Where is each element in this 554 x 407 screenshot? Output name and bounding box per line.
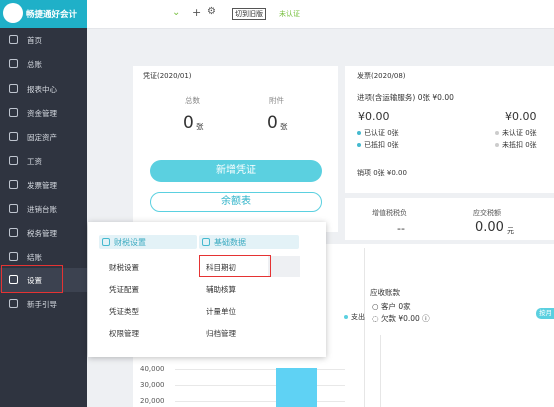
menu-permissions[interactable]: 权限管理 bbox=[109, 328, 139, 339]
menu-units[interactable]: 计量单位 bbox=[206, 306, 236, 317]
vat-label: 增值税税负 bbox=[372, 209, 407, 217]
sidebar-item-7[interactable]: 进销台账 bbox=[0, 197, 87, 221]
invoice-card: 发票(2020/08) 进项(含运输服务) 0张 ¥0.00 ¥0.00 ¥0.… bbox=[345, 66, 554, 193]
left-amount: ¥0.00 bbox=[358, 110, 390, 123]
sidebar-item-label: 首页 bbox=[27, 36, 42, 45]
tax-settings-header: 财税设置 bbox=[99, 235, 197, 249]
gridline bbox=[175, 401, 345, 402]
settings-popup-menu: 财税设置 基础数据 财税设置 凭证配置 凭证类型 权限管理 科目期初 辅助核算 … bbox=[88, 222, 326, 357]
invoice-icon bbox=[9, 180, 18, 189]
input-invoice-line: 进项(含运输服务) 0张 ¥0.00 bbox=[357, 93, 454, 102]
sidebar-item-label: 报表中心 bbox=[27, 85, 57, 94]
basic-data-header: 基础数据 bbox=[199, 235, 299, 249]
ledger-icon bbox=[9, 59, 18, 68]
receivable-chart-area bbox=[380, 335, 551, 407]
vat-value: -- bbox=[397, 222, 405, 235]
sidebar-item-label: 结账 bbox=[27, 253, 42, 262]
voucher-attach-value: 0 bbox=[267, 113, 278, 133]
menu-voucher-type[interactable]: 凭证类型 bbox=[109, 306, 139, 317]
logo-icon bbox=[3, 3, 23, 23]
menu-archive[interactable]: 归档管理 bbox=[206, 328, 236, 339]
tax-due-label: 应交税额 bbox=[473, 209, 501, 217]
sidebar-item-label: 发票管理 bbox=[27, 181, 57, 190]
salary-icon bbox=[9, 156, 18, 165]
settings-highlight-box bbox=[1, 265, 63, 293]
deducted-row: 已抵扣 0张 bbox=[357, 140, 399, 150]
sidebar-item-label: 进销台账 bbox=[27, 205, 57, 214]
expense-legend: 支出 bbox=[344, 312, 365, 322]
sidebar-item-1[interactable]: 总账 bbox=[0, 52, 87, 76]
settings-category-icon bbox=[102, 238, 110, 246]
sidebar-item-8[interactable]: 税务管理 bbox=[0, 221, 87, 245]
sidebar-item-label: 资金管理 bbox=[27, 109, 57, 118]
data-category-icon bbox=[202, 238, 210, 246]
certified-row: 已认证 0张 bbox=[357, 128, 399, 138]
monthly-badge[interactable]: 按月 bbox=[536, 308, 554, 319]
auth-status: 未认证 bbox=[279, 10, 300, 18]
sidebar-item-label: 固定资产 bbox=[27, 133, 57, 142]
y-tick: 40,000 bbox=[140, 365, 165, 373]
voucher-title: 凭证(2020/01) bbox=[143, 72, 192, 80]
voucher-total-label: 总数 bbox=[185, 96, 200, 105]
invoice-title: 发票(2020/08) bbox=[357, 72, 406, 80]
balance-sheet-button[interactable]: 余额表 bbox=[150, 192, 322, 212]
tax-icon bbox=[9, 228, 18, 237]
sidebar-item-label: 总账 bbox=[27, 60, 42, 69]
uncertified-row: 未认证 0张 bbox=[495, 128, 537, 138]
voucher-total-unit: 张 bbox=[196, 122, 204, 131]
sidebar-item-11[interactable]: 新手引导 bbox=[0, 292, 87, 316]
tax-due-value: 0.00 bbox=[475, 220, 504, 235]
receivable-owed: ◌ 欠款 ¥0.00 ⓘ bbox=[372, 314, 430, 323]
tax-card: 增值税税负 -- 应交税额 0.00 元 bbox=[345, 198, 554, 240]
gridline bbox=[175, 369, 345, 370]
expense-bar bbox=[276, 368, 317, 407]
output-invoice-line: 销项 0张 ¥0.00 bbox=[357, 169, 407, 177]
sidebar-item-label: 工资 bbox=[27, 157, 42, 166]
receivable-customers: ○ 客户 0家 bbox=[372, 302, 411, 311]
switch-old-version-button[interactable]: 切到旧版 bbox=[232, 8, 266, 20]
sidebar-item-4[interactable]: 固定资产 bbox=[0, 125, 87, 149]
y-tick: 30,000 bbox=[140, 381, 165, 389]
guide-icon bbox=[9, 299, 18, 308]
sidebar-item-0[interactable]: 首页 bbox=[0, 28, 87, 52]
undeducted-row: 未抵扣 0张 bbox=[495, 140, 537, 150]
right-amount: ¥0.00 bbox=[505, 110, 537, 123]
voucher-attach-unit: 张 bbox=[280, 122, 288, 131]
wallet-icon bbox=[9, 108, 18, 117]
app-logo[interactable]: 畅捷通好会计 bbox=[0, 0, 87, 28]
plus-icon[interactable]: + bbox=[192, 6, 201, 19]
lower-divider bbox=[364, 248, 365, 407]
voucher-attach-label: 附件 bbox=[269, 96, 284, 105]
receivable-title: 应收账款 bbox=[370, 288, 400, 297]
gear-icon[interactable]: ⚙ bbox=[207, 6, 216, 17]
gridline bbox=[175, 385, 345, 386]
tax-due-unit: 元 bbox=[507, 227, 514, 235]
chart-icon bbox=[9, 84, 18, 93]
voucher-total-value: 0 bbox=[183, 113, 194, 133]
top-bar: ⌄ + ⚙ 切到旧版 未认证 bbox=[87, 0, 554, 29]
new-voucher-button[interactable]: 新增凭证 bbox=[150, 160, 322, 182]
opening-balance-highlight-box bbox=[199, 255, 271, 277]
inventory-icon bbox=[9, 204, 18, 213]
asset-icon bbox=[9, 132, 18, 141]
sidebar-item-label: 新手引导 bbox=[27, 300, 57, 309]
app-name: 畅捷通好会计 bbox=[26, 10, 78, 20]
close-period-icon bbox=[9, 252, 18, 261]
sidebar-item-5[interactable]: 工资 bbox=[0, 149, 87, 173]
sidebar-item-6[interactable]: 发票管理 bbox=[0, 173, 87, 197]
hover-highlight bbox=[268, 256, 300, 277]
menu-tax-settings[interactable]: 财税设置 bbox=[109, 262, 139, 273]
sidebar-item-3[interactable]: 资金管理 bbox=[0, 101, 87, 125]
menu-voucher-config[interactable]: 凭证配置 bbox=[109, 284, 139, 295]
menu-auxiliary-accounting[interactable]: 辅助核算 bbox=[206, 284, 236, 295]
sidebar-item-label: 税务管理 bbox=[27, 229, 57, 238]
chevron-down-icon[interactable]: ⌄ bbox=[172, 7, 180, 18]
home-icon bbox=[9, 35, 18, 44]
y-tick: 20,000 bbox=[140, 397, 165, 405]
sidebar-item-2[interactable]: 报表中心 bbox=[0, 77, 87, 101]
